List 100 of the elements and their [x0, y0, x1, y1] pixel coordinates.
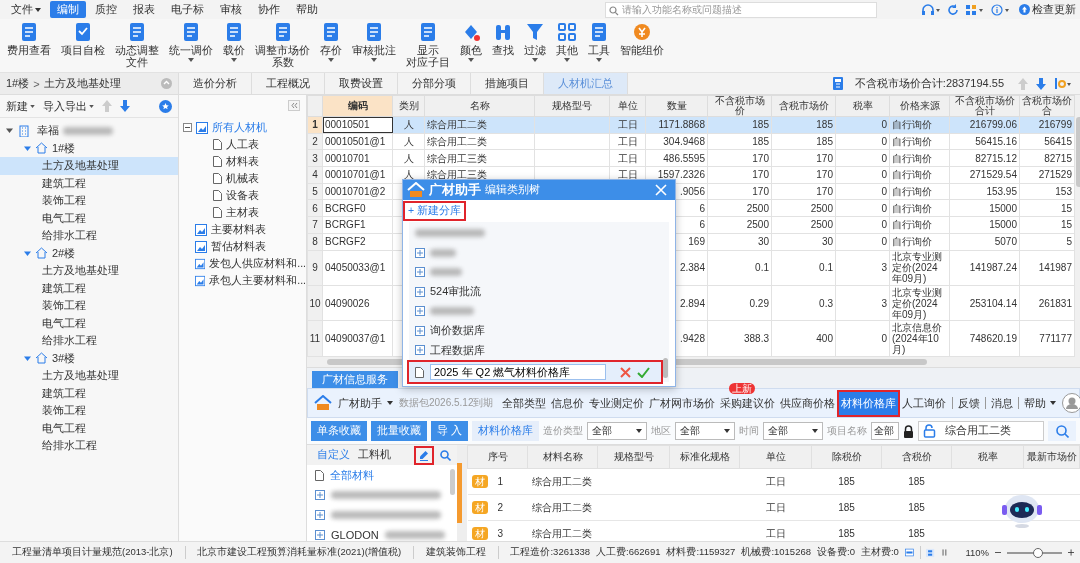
- splitter[interactable]: [457, 445, 467, 541]
- edit-button[interactable]: [416, 447, 432, 463]
- collapse-panel-icon[interactable]: [288, 99, 300, 111]
- tree-item[interactable]: 设备表: [179, 187, 306, 204]
- user-avatar-icon[interactable]: [1061, 393, 1080, 413]
- table-row[interactable]: 3 00010701 人 综合用工三类 工日 486.5595 170 170 0 自行询价 82715.12 82715: [307, 149, 1075, 167]
- expand-icon[interactable]: [415, 306, 425, 317]
- close-icon[interactable]: [655, 183, 667, 196]
- search-field[interactable]: 综合用工二类: [917, 421, 1044, 441]
- tree-item[interactable]: 机械表: [179, 170, 306, 187]
- tree-item[interactable]: 建筑工程: [0, 384, 178, 402]
- nav-tab[interactable]: 信息价: [549, 391, 585, 415]
- tree-item[interactable]: 承包人主要材料和...: [179, 272, 306, 289]
- update-button[interactable]: 检查更新: [1019, 2, 1076, 17]
- filter-dropdown[interactable]: 全部: [762, 422, 823, 440]
- search-field[interactable]: 请输入功能名称或问题描述: [605, 1, 877, 18]
- tree-item[interactable]: 暂估材料表: [179, 238, 306, 255]
- splitter-handle[interactable]: [457, 463, 462, 523]
- tree-item[interactable]: 材料表: [179, 153, 306, 170]
- material-item[interactable]: GLODON: [331, 529, 379, 541]
- column-header[interactable]: 材料名称: [527, 445, 598, 469]
- expand-icon[interactable]: [315, 510, 325, 520]
- new-branch-button[interactable]: + 新建分库: [405, 202, 465, 219]
- tree-item[interactable]: 所有人材机: [179, 119, 306, 136]
- column-header[interactable]: 规格型号: [534, 95, 610, 117]
- ribbon-button[interactable]: 过滤: [521, 22, 549, 62]
- ribbon-button[interactable]: 颜色: [457, 22, 485, 62]
- material-item[interactable]: 全部材料: [330, 467, 374, 483]
- project-field[interactable]: 全部: [870, 422, 899, 440]
- check-icon[interactable]: [637, 366, 650, 378]
- tree-item[interactable]: 主要材料表: [179, 221, 306, 238]
- settings-icon[interactable]: [1054, 77, 1072, 90]
- tree-item[interactable]: 装饰工程: [0, 402, 178, 420]
- ribbon-button[interactable]: 显示 对应子目: [403, 22, 453, 68]
- ribbon-button[interactable]: 项目自检: [58, 22, 108, 56]
- down-arrow-icon[interactable]: [120, 100, 130, 112]
- column-header[interactable]: 不含税市场价: [707, 95, 772, 117]
- table-row[interactable]: 2 00010501@1 人 综合用工二类 工日 304.9468 185 185 0 自行询价 56415.16 56415: [307, 133, 1075, 150]
- tab[interactable]: 分部分项: [398, 73, 471, 94]
- nav-tab[interactable]: 专业测定价: [587, 391, 645, 415]
- star-circle-icon[interactable]: [159, 99, 172, 113]
- new-button[interactable]: 新建: [6, 98, 35, 114]
- menu-tab[interactable]: 审核: [213, 1, 249, 18]
- scrollbar-thumb[interactable]: [450, 469, 455, 495]
- tree-item[interactable]: 土方及地基处理: [0, 367, 178, 385]
- tree-item[interactable]: 2#楼: [0, 244, 178, 262]
- brand-menu[interactable]: 广材助手: [338, 395, 393, 411]
- tree-item[interactable]: 人工表: [179, 136, 306, 153]
- nav-tab[interactable]: 供应商价格: [778, 391, 836, 415]
- expand-icon[interactable]: [415, 267, 425, 278]
- expand-icon[interactable]: [315, 530, 325, 540]
- name-input-field[interactable]: 2025 年 Q2 燃气材料价格库: [430, 364, 606, 380]
- tab[interactable]: 工程概况: [252, 73, 325, 94]
- nav-tab[interactable]: 材料价格库: [838, 391, 898, 415]
- menu-tab[interactable]: 质控: [88, 1, 124, 18]
- layout-icon[interactable]: [904, 547, 914, 558]
- collapse-icon[interactable]: [183, 123, 192, 132]
- tree-item[interactable]: 给排水工程: [0, 227, 178, 245]
- nav-tab[interactable]: 广材网市场价: [647, 391, 716, 415]
- column-header[interactable]: 含税价: [881, 445, 952, 469]
- ribbon-button[interactable]: 费用查看: [4, 22, 54, 56]
- column-header[interactable]: 序号: [467, 445, 528, 469]
- search-icon[interactable]: [440, 449, 451, 461]
- caret-icon[interactable]: [6, 127, 13, 135]
- ribbon-button[interactable]: 载价: [220, 22, 248, 62]
- ribbon-button[interactable]: 动态调整 文件: [112, 22, 162, 68]
- expand-icon[interactable]: [415, 286, 425, 297]
- info-icon[interactable]: [991, 3, 1011, 16]
- column-header[interactable]: 含税市场价: [771, 95, 836, 117]
- column-header[interactable]: 最新市场价: [1023, 445, 1080, 469]
- tab[interactable]: 造价分析: [179, 73, 252, 94]
- column-header[interactable]: 类别: [392, 95, 425, 117]
- tree-item[interactable]: 装饰工程: [0, 297, 178, 315]
- breadcrumb-item[interactable]: 土方及地基处理: [43, 76, 121, 91]
- tree-item[interactable]: 建筑工程: [0, 279, 178, 297]
- menu-tab[interactable]: 报表: [126, 1, 162, 18]
- ribbon-button[interactable]: 工具: [585, 22, 613, 62]
- tree-item[interactable]: 土方及地基处理: [0, 157, 178, 175]
- tree-item[interactable]: 电气工程: [0, 419, 178, 437]
- menu-link[interactable]: 反馈: [957, 395, 980, 411]
- tab[interactable]: 取费设置: [325, 73, 398, 94]
- menu-tab[interactable]: 电子标: [164, 1, 211, 18]
- nav-tab[interactable]: 人工询价: [900, 391, 947, 415]
- import-export-button[interactable]: 导入导出: [43, 98, 94, 114]
- column-header[interactable]: 名称: [424, 95, 535, 117]
- expand-icon[interactable]: [415, 325, 425, 336]
- column-header[interactable]: 单位: [739, 445, 812, 469]
- tree-item[interactable]: 发包人供应材料和...: [179, 255, 306, 272]
- menu-link[interactable]: 帮助: [1023, 395, 1056, 411]
- ribbon-button[interactable]: 查找: [489, 22, 517, 56]
- headset-icon[interactable]: [921, 3, 941, 16]
- search-button[interactable]: [1048, 421, 1076, 441]
- column-header[interactable]: 税率: [835, 95, 890, 117]
- column-header[interactable]: 编码: [322, 95, 393, 117]
- filter-dropdown[interactable]: 全部: [586, 422, 647, 440]
- menu-tab[interactable]: 帮助: [289, 1, 325, 18]
- tree-item[interactable]: 1#楼: [0, 139, 178, 157]
- table-row[interactable]: 1 00010501 人 综合用工二类 工日 1171.8868 185 185 0 自行询价 216799.06 216799: [307, 116, 1075, 134]
- menu-tab[interactable]: 编制: [50, 1, 86, 18]
- refresh-icon[interactable]: [947, 3, 959, 16]
